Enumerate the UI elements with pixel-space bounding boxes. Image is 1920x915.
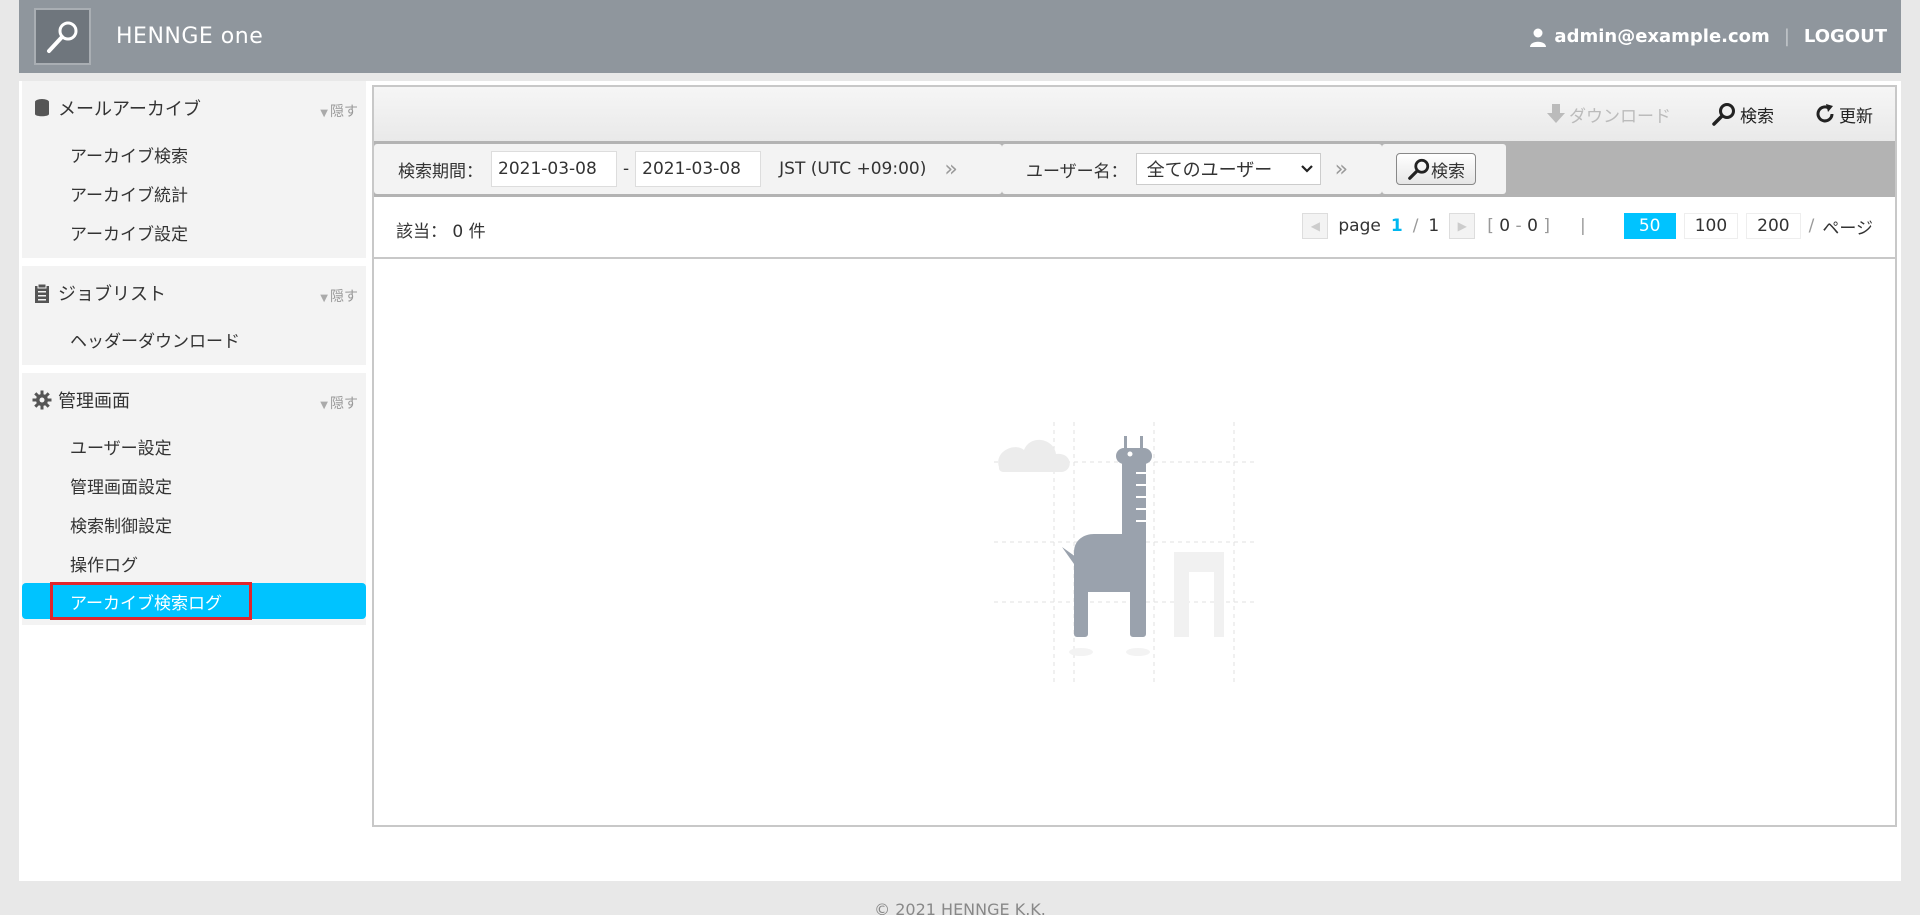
sidebar-item-admin-settings[interactable]: 管理画面設定 bbox=[22, 466, 366, 505]
double-chevron-icon: » bbox=[944, 156, 958, 182]
username-label: ユーザー名： bbox=[1026, 161, 1128, 182]
sidebar-section-job-list: ジョブリスト ▼ 隠す ヘッダーダウンロード bbox=[22, 266, 366, 365]
date-dash: - bbox=[623, 159, 630, 179]
download-button[interactable]: ダウンロード bbox=[1546, 102, 1671, 127]
filter-bar: 検索期間： 2021-03-08 - 2021-03-08 JST (UTC +… bbox=[374, 141, 1895, 197]
sidebar-item-archive-settings[interactable]: アーカイブ設定 bbox=[22, 213, 366, 252]
pager-divider: | bbox=[1579, 216, 1586, 236]
sidebar-item-label: アーカイブ検索ログ bbox=[70, 593, 222, 614]
empty-state-illustration bbox=[994, 422, 1254, 686]
filter-search-button[interactable]: 検索 bbox=[1396, 153, 1476, 185]
sidebar: メールアーカイブ ▼ 隠す アーカイブ検索 アーカイブ統計 アーカイブ設定 ジョブ… bbox=[22, 81, 366, 633]
refresh-icon bbox=[1816, 104, 1834, 123]
username-filter: ユーザー名： 全てのユーザー » bbox=[1002, 144, 1382, 194]
result-bar: 該当： 0 件 ◀ page 1 / 1 ▶ [ 0 - 0 ] | 50 10… bbox=[374, 197, 1895, 259]
sidebar-item-user-settings[interactable]: ユーザー設定 bbox=[22, 427, 366, 466]
sidebar-section-title: 管理画面 bbox=[58, 391, 130, 412]
pagination: ◀ page 1 / 1 ▶ [ 0 - 0 ] | 50 100 200 / … bbox=[1302, 213, 1873, 239]
sidebar-item-search-control[interactable]: 検索制御設定 bbox=[22, 505, 366, 544]
sidebar-section-head: 管理画面 ▼ 隠す bbox=[22, 373, 366, 427]
sidebar-section-mail-archive: メールアーカイブ ▼ 隠す アーカイブ検索 アーカイブ統計 アーカイブ設定 bbox=[22, 81, 366, 258]
hide-toggle[interactable]: ▼ 隠す bbox=[320, 393, 358, 413]
hide-toggle[interactable]: ▼ 隠す bbox=[320, 286, 358, 306]
size-separator: / bbox=[1808, 216, 1815, 236]
brand-name: HENNGE one bbox=[116, 24, 264, 49]
search-group: 検索 bbox=[1382, 144, 1506, 194]
page-size-50[interactable]: 50 bbox=[1623, 213, 1676, 239]
page-size-200[interactable]: 200 bbox=[1746, 213, 1801, 239]
sidebar-item-archive-search[interactable]: アーカイブ検索 bbox=[22, 135, 366, 174]
total-pages: 1 bbox=[1428, 216, 1440, 236]
range-display: [ 0 - 0 ] bbox=[1487, 216, 1550, 236]
date-from-input[interactable]: 2021-03-08 bbox=[491, 151, 617, 187]
sidebar-section-head: ジョブリスト ▼ 隠す bbox=[22, 266, 366, 320]
user-icon bbox=[1530, 28, 1547, 47]
logout-link[interactable]: LOGOUT bbox=[1804, 26, 1887, 47]
user-email[interactable]: admin@example.com bbox=[1554, 26, 1769, 47]
page-size-100[interactable]: 100 bbox=[1683, 213, 1739, 239]
hide-toggle[interactable]: ▼ 隠す bbox=[320, 101, 358, 121]
current-page: 1 bbox=[1390, 216, 1403, 236]
triangle-down-icon: ▼ bbox=[320, 293, 328, 304]
page-label: page bbox=[1338, 216, 1381, 236]
app-header: HENNGE one admin@example.com | LOGOUT bbox=[19, 0, 1901, 73]
prev-page-icon[interactable]: ◀ bbox=[1302, 213, 1329, 239]
header-separator: | bbox=[1783, 26, 1790, 47]
sidebar-section-title: ジョブリスト bbox=[58, 284, 166, 305]
triangle-down-icon: ▼ bbox=[320, 108, 328, 119]
per-page-label: ページ bbox=[1822, 218, 1873, 239]
sidebar-item-archive-search-log[interactable]: アーカイブ検索ログ bbox=[22, 582, 366, 620]
page-separator: / bbox=[1412, 216, 1419, 236]
sidebar-item-archive-stats[interactable]: アーカイブ統計 bbox=[22, 174, 366, 213]
period-filter: 検索期間： 2021-03-08 - 2021-03-08 JST (UTC +… bbox=[374, 144, 1002, 194]
gear-icon bbox=[32, 390, 52, 410]
sidebar-section-head: メールアーカイブ ▼ 隠す bbox=[22, 81, 366, 135]
user-box: admin@example.com | LOGOUT bbox=[1528, 26, 1887, 47]
content-panel: ダウンロード 検索 更新 検索期間： 2021-03-08 - 2021-03-… bbox=[372, 85, 1897, 827]
toolbar-search-button[interactable]: 検索 bbox=[1711, 101, 1774, 127]
download-icon bbox=[1547, 104, 1565, 123]
sidebar-section-title: メールアーカイブ bbox=[58, 99, 201, 120]
main-container: メールアーカイブ ▼ 隠す アーカイブ検索 アーカイブ統計 アーカイブ設定 ジョブ… bbox=[19, 81, 1901, 881]
logo-icon[interactable] bbox=[34, 8, 91, 65]
sidebar-section-admin: 管理画面 ▼ 隠す ユーザー設定 管理画面設定 検索制御設定 操作ログ アーカイブ… bbox=[22, 373, 366, 625]
username-select[interactable]: 全てのユーザー bbox=[1135, 153, 1321, 185]
result-count: 該当： 0 件 bbox=[396, 222, 486, 242]
timezone-label: JST (UTC +09:00) bbox=[779, 159, 927, 179]
clipboard-icon bbox=[35, 283, 49, 303]
sidebar-item-operation-log[interactable]: 操作ログ bbox=[22, 544, 366, 583]
toolbar: ダウンロード 検索 更新 bbox=[374, 87, 1895, 141]
next-page-icon[interactable]: ▶ bbox=[1449, 213, 1476, 239]
period-label: 検索期間： bbox=[398, 161, 483, 182]
triangle-down-icon: ▼ bbox=[320, 400, 328, 411]
footer-copyright: © 2021 HENNGE K.K. bbox=[874, 900, 1046, 915]
search-icon bbox=[1408, 158, 1430, 180]
date-to-input[interactable]: 2021-03-08 bbox=[635, 151, 762, 187]
chevron-down-icon bbox=[1300, 165, 1313, 173]
search-icon bbox=[1712, 103, 1735, 126]
database-icon bbox=[35, 99, 49, 117]
double-chevron-icon: » bbox=[1334, 156, 1349, 182]
refresh-button[interactable]: 更新 bbox=[1814, 102, 1873, 127]
sidebar-item-header-download[interactable]: ヘッダーダウンロード bbox=[22, 320, 366, 359]
